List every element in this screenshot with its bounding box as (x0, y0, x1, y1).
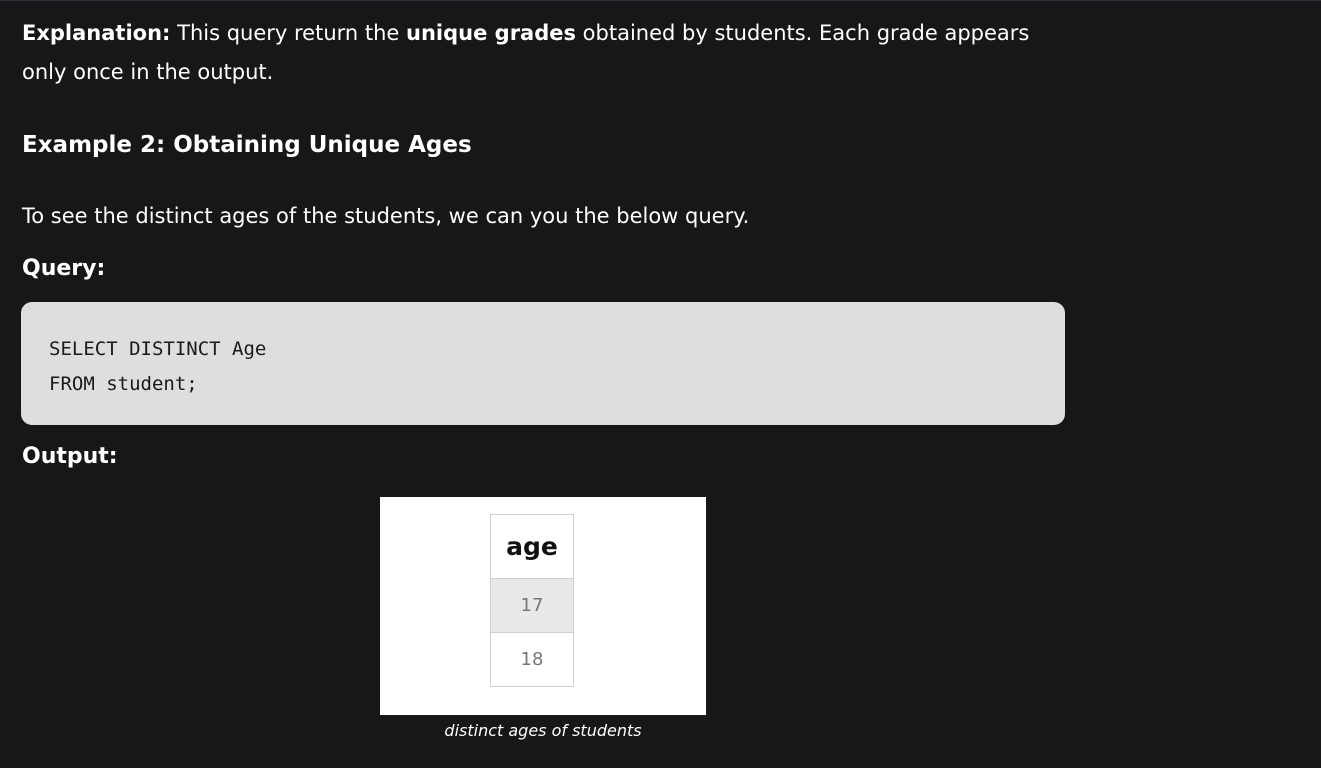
explanation-paragraph: Explanation: This query return the uniqu… (22, 14, 1062, 92)
explanation-text-before: This query return the (170, 21, 407, 45)
figure-caption: distinct ages of students (444, 721, 642, 740)
code-block[interactable]: SELECT DISTINCT Age FROM student; (21, 302, 1065, 425)
table-row: 18 (490, 632, 574, 687)
explanation-bold-term: unique grades (406, 21, 576, 45)
example-heading: Example 2: Obtaining Unique Ages (22, 132, 472, 158)
code-line: SELECT DISTINCT Age (49, 338, 267, 360)
table-cell: 18 (490, 632, 574, 687)
column-header-age: age (490, 514, 574, 579)
table-row: 17 (490, 578, 574, 633)
table-header-row: age (490, 514, 574, 579)
intro-paragraph: To see the distinct ages of the students… (22, 204, 750, 228)
output-figure: age 17 18 (380, 497, 706, 715)
explanation-label: Explanation: (22, 21, 171, 45)
output-label: Output: (22, 444, 118, 469)
code-line: FROM student; (49, 373, 198, 395)
query-label: Query: (22, 256, 106, 281)
table-cell: 17 (490, 578, 574, 633)
result-table: age 17 18 (490, 514, 574, 687)
top-divider (0, 0, 1321, 1)
